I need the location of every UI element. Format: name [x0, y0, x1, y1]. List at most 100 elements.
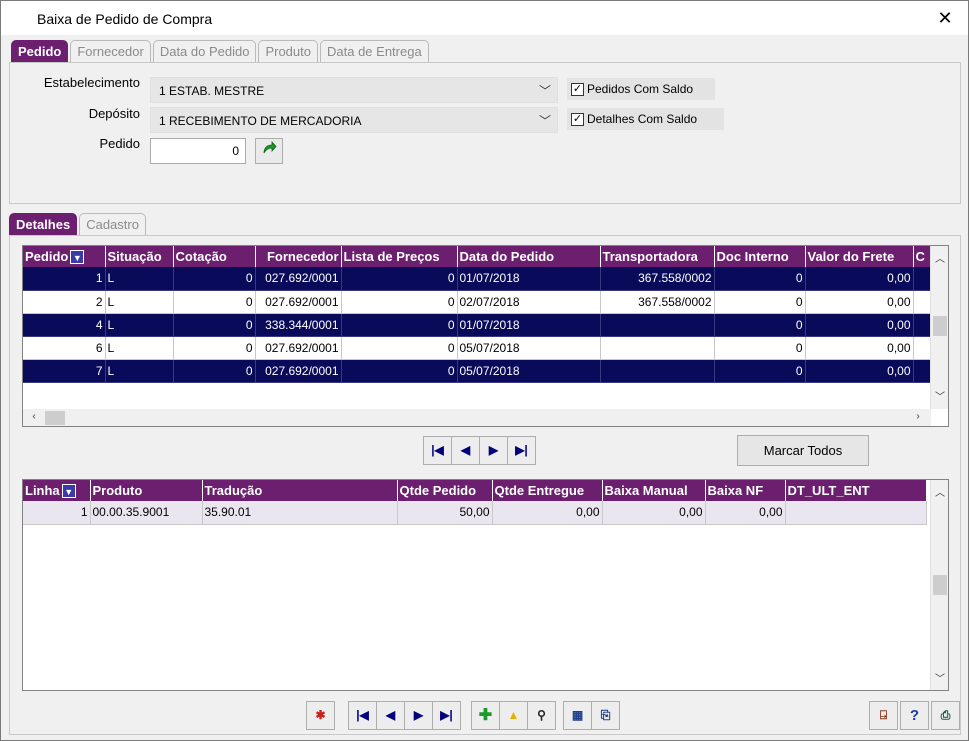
col-header-baixa-nf[interactable]: Baixa NF [705, 480, 786, 501]
tab-cadastro[interactable]: Cadastro [79, 213, 146, 235]
table-cell[interactable] [785, 501, 927, 525]
previous-record-icon[interactable]: ◀ [451, 436, 480, 465]
pedidos-com-saldo-checkbox[interactable]: ✓ Pedidos Com Saldo [567, 78, 715, 100]
tab-data-pedido[interactable]: Data do Pedido [152, 40, 257, 62]
table-row[interactable]: 7 L 0 027.692/0001 0 05/07/2018 0 0,00 [23, 359, 932, 383]
table-cell[interactable]: 0 [173, 336, 256, 360]
table-cell[interactable] [600, 313, 715, 337]
table-cell[interactable]: 0 [173, 290, 256, 314]
print-icon[interactable]: ⎙ [931, 701, 960, 730]
col-header-transportadora[interactable]: Transportadora [600, 246, 715, 267]
table-cell[interactable]: L [105, 313, 174, 337]
scroll-left-icon[interactable]: ‹ [25, 411, 43, 422]
tab-pedido[interactable]: Pedido [11, 40, 69, 62]
col-header-valor-frete[interactable]: Valor do Frete [805, 246, 914, 267]
table-cell[interactable]: 1 [23, 267, 106, 291]
table-cell[interactable]: 0 [714, 336, 806, 360]
col-header-c[interactable]: C [913, 246, 932, 267]
col-header-lista-precos[interactable]: Lista de Preços [341, 246, 458, 267]
col-header-produto[interactable]: Produto [90, 480, 203, 501]
col-header-situacao[interactable]: Situação [105, 246, 174, 267]
table-cell[interactable]: L [105, 336, 174, 360]
table-cell[interactable]: 0 [341, 313, 458, 337]
edit-icon[interactable]: ▲ [499, 701, 528, 730]
pedido-input[interactable]: 0 [150, 138, 246, 164]
table-cell[interactable]: 35.90.01 [202, 501, 398, 525]
estabelecimento-select[interactable]: 1 ESTAB. MESTRE ﹀ [150, 77, 558, 103]
scroll-thumb[interactable] [45, 411, 65, 425]
col-header-doc-interno[interactable]: Doc Interno [714, 246, 806, 267]
table-cell[interactable]: 0 [714, 290, 806, 314]
orders-vertical-scrollbar[interactable]: ︿ ﹀ [930, 246, 948, 409]
detalhes-com-saldo-checkbox[interactable]: ✓ Detalhes Com Saldo [567, 108, 724, 130]
col-header-baixa-manual[interactable]: Baixa Manual [602, 480, 706, 501]
table-cell[interactable]: 0,00 [805, 359, 914, 383]
table-cell[interactable]: 0,00 [705, 501, 786, 525]
table-cell[interactable]: 0 [714, 267, 806, 291]
col-header-qtde-entregue[interactable]: Qtde Entregue [492, 480, 603, 501]
lines-vertical-scrollbar[interactable]: ︿ ﹀ [930, 480, 948, 690]
table-cell[interactable] [913, 313, 932, 337]
tab-detalhes[interactable]: Detalhes [9, 213, 78, 235]
table-cell[interactable]: 367.558/0002 [600, 290, 715, 314]
magnifier-icon[interactable]: ⚲ [527, 701, 556, 730]
scroll-right-icon[interactable]: › [909, 411, 927, 422]
tab-fornecedor[interactable]: Fornecedor [70, 40, 151, 62]
table-cell[interactable]: 4 [23, 313, 106, 337]
table-cell[interactable]: 027.692/0001 [255, 359, 342, 383]
col-header-traducao[interactable]: Tradução [202, 480, 398, 501]
table-cell[interactable]: 0 [341, 267, 458, 291]
table-row[interactable]: 2 L 0 027.692/0001 0 02/07/2018 367.558/0002 0 0… [23, 290, 932, 314]
lines-grid[interactable]: Linha ▼ Produto Tradução Qtde Pedido Qtde… [22, 479, 949, 691]
scroll-thumb[interactable] [933, 575, 947, 595]
table-cell[interactable] [913, 290, 932, 314]
refresh-arrow-icon[interactable] [255, 138, 283, 164]
deposito-select[interactable]: 1 RECEBIMENTO DE MERCADORIA ﹀ [150, 107, 558, 133]
tab-data-entrega[interactable]: Data de Entrega [320, 40, 429, 62]
table-cell[interactable]: 01/07/2018 [457, 267, 601, 291]
table-cell[interactable]: 0 [714, 359, 806, 383]
scroll-up-icon[interactable]: ︿ [931, 250, 948, 265]
next-record-icon[interactable]: ▶ [404, 701, 433, 730]
table-row[interactable]: 6 L 0 027.692/0001 0 05/07/2018 0 0,00 [23, 336, 932, 360]
table-cell[interactable]: 05/07/2018 [457, 336, 601, 360]
col-header-data-pedido[interactable]: Data do Pedido [457, 246, 601, 267]
orders-grid[interactable]: Pedido ▼ Situação Cotação Fornecedor List… [22, 245, 949, 427]
table-cell[interactable]: 367.558/0002 [600, 267, 715, 291]
first-record-icon[interactable]: |◀ [423, 436, 452, 465]
previous-record-icon[interactable]: ◀ [376, 701, 405, 730]
table-cell[interactable] [600, 336, 715, 360]
table-cell[interactable]: 0 [173, 313, 256, 337]
table-cell[interactable]: 0,00 [805, 313, 914, 337]
table-cell[interactable]: 338.344/0001 [255, 313, 342, 337]
close-button[interactable]: ✕ [932, 7, 958, 31]
col-header-qtde-pedido[interactable]: Qtde Pedido [397, 480, 493, 501]
table-cell[interactable]: L [105, 267, 174, 291]
table-cell[interactable]: 6 [23, 336, 106, 360]
table-cell[interactable]: 0,00 [805, 336, 914, 360]
table-cell[interactable] [600, 359, 715, 383]
export-icon[interactable]: ⎘ [591, 701, 620, 730]
exit-door-icon[interactable]: ⍈ [869, 701, 898, 730]
table-cell[interactable]: 05/07/2018 [457, 359, 601, 383]
col-header-fornecedor[interactable]: Fornecedor [255, 246, 342, 267]
table-row[interactable]: 4 L 0 338.344/0001 0 01/07/2018 0 0,00 [23, 313, 932, 337]
table-cell[interactable] [913, 267, 932, 291]
table-cell[interactable]: 7 [23, 359, 106, 383]
table-cell[interactable]: 0 [341, 290, 458, 314]
table-cell[interactable]: 00.00.35.9001 [90, 501, 203, 525]
help-icon[interactable]: ? [900, 701, 929, 730]
table-cell[interactable]: 0,00 [805, 267, 914, 291]
table-cell[interactable]: 1 [23, 501, 91, 525]
table-cell[interactable]: 0 [173, 267, 256, 291]
table-row[interactable]: 1 00.00.35.9001 35.90.01 50,00 0,00 0,00 0,00 [23, 501, 927, 525]
scroll-thumb[interactable] [933, 316, 947, 336]
table-cell[interactable]: L [105, 290, 174, 314]
orders-horizontal-scrollbar[interactable]: ‹ › [23, 409, 931, 426]
table-cell[interactable]: 0,00 [805, 290, 914, 314]
col-header-dt-ult-ent[interactable]: DT_ULT_ENT [785, 480, 927, 501]
table-cell[interactable]: 0 [173, 359, 256, 383]
table-cell[interactable]: 0,00 [602, 501, 706, 525]
table-cell[interactable]: 2 [23, 290, 106, 314]
table-cell[interactable]: 0 [341, 336, 458, 360]
